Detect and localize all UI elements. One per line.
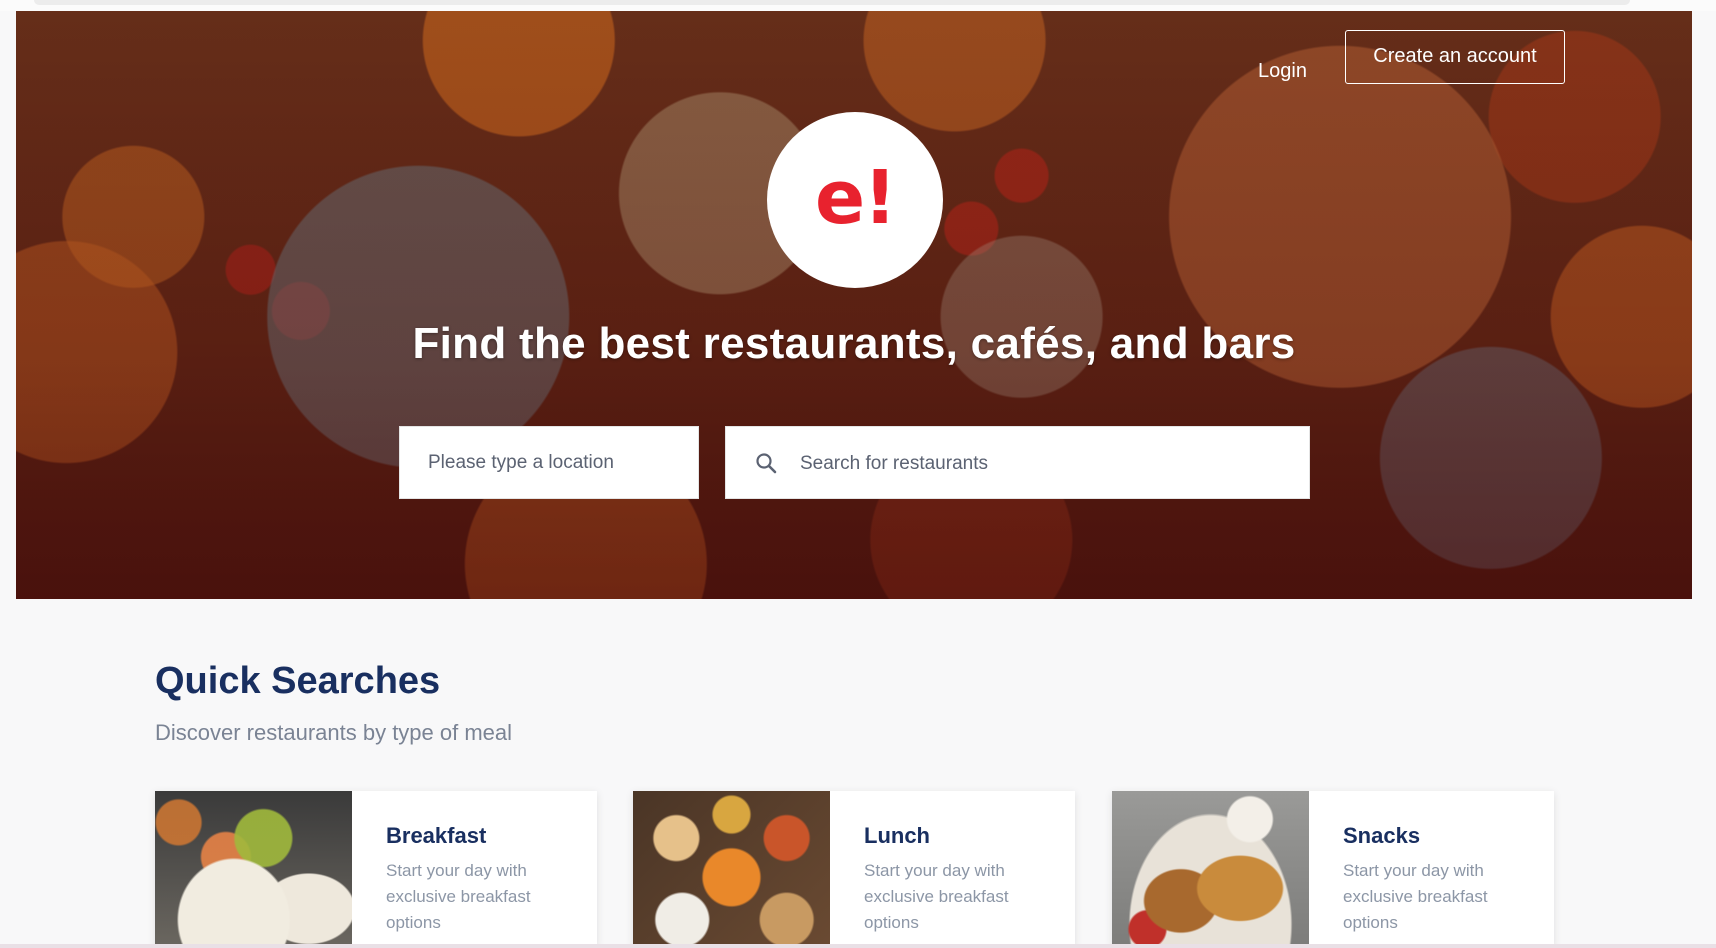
logo-text: e! <box>815 155 897 241</box>
search-input[interactable] <box>798 427 1292 500</box>
bottom-edge <box>0 944 1716 948</box>
quick-searches-title: Quick Searches <box>155 660 441 702</box>
meal-card-title: Breakfast <box>386 823 487 848</box>
snacks-image <box>1112 791 1309 948</box>
meal-card-snacks[interactable]: Snacks Start your day with exclusive bre… <box>1112 791 1554 948</box>
create-account-button[interactable]: Create an account <box>1345 30 1565 84</box>
meal-card-breakfast[interactable]: Breakfast Start your day with exclusive … <box>155 791 597 948</box>
meal-card-description: Start your day with exclusive breakfast … <box>864 861 1009 932</box>
meal-card-description: Start your day with exclusive breakfast … <box>1343 861 1488 932</box>
quick-searches-subtitle: Discover restaurants by type of meal <box>155 720 513 745</box>
browser-top-strip <box>0 0 1716 11</box>
meal-card-description: Start your day with exclusive breakfast … <box>386 861 531 932</box>
meal-card-title: Lunch <box>864 823 930 848</box>
breakfast-image <box>155 791 352 948</box>
search-icon <box>756 453 777 474</box>
location-field[interactable] <box>399 426 699 499</box>
restaurant-search-field[interactable] <box>725 426 1310 500</box>
hero-banner: Login Create an account e! Find the best… <box>16 11 1692 599</box>
meal-card-lunch[interactable]: Lunch Start your day with exclusive brea… <box>633 791 1075 948</box>
lunch-image <box>633 791 830 948</box>
top-strip-bar <box>34 0 1630 5</box>
meal-card-title: Snacks <box>1343 823 1421 848</box>
login-link[interactable]: Login <box>1258 47 1307 95</box>
hero-content: Login Create an account e! Find the best… <box>16 11 1692 599</box>
brand-logo: e! <box>767 112 943 288</box>
location-input[interactable] <box>400 427 698 498</box>
hero-headline: Find the best restaurants, cafés, and ba… <box>412 319 1296 368</box>
